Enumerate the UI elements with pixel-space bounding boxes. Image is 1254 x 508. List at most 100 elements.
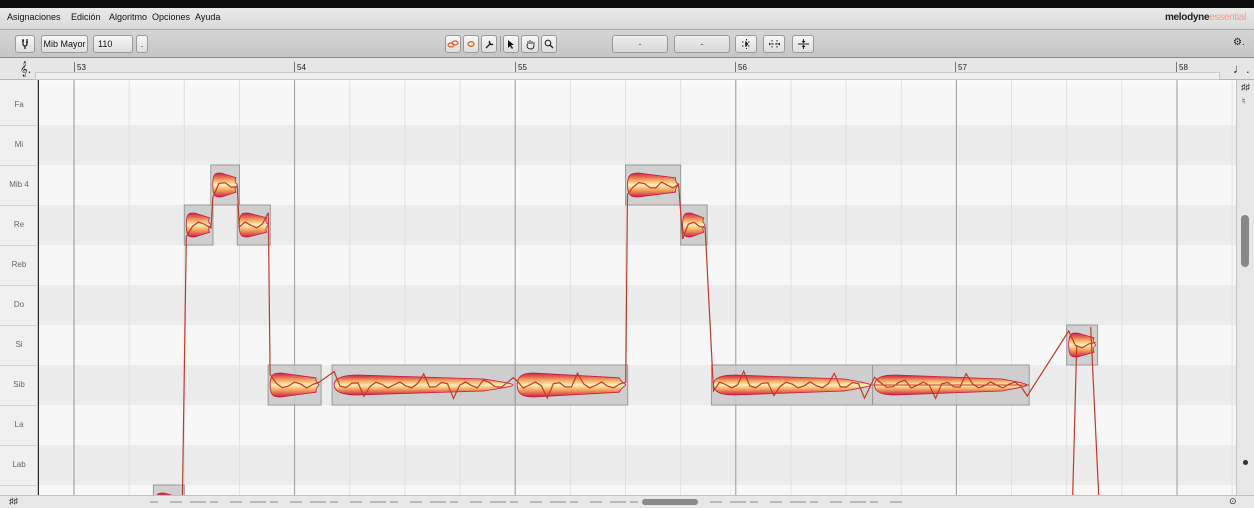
bar-label-54: 54 — [297, 63, 306, 72]
overview-note — [850, 501, 866, 503]
tempo-menu-button[interactable]: . — [136, 35, 148, 53]
pitch-label-reb: Reb — [11, 260, 27, 269]
tempo-field[interactable]: 110 — [93, 35, 133, 53]
pitch-row-stripe — [39, 405, 1236, 445]
pitch-row-stripe — [39, 445, 1236, 485]
separation-button[interactable] — [792, 35, 814, 53]
overview-note — [630, 501, 638, 503]
overview-note — [710, 501, 722, 503]
parameter-field-1[interactable]: - — [612, 35, 668, 53]
split-icon — [797, 39, 809, 49]
overview-note — [290, 501, 302, 503]
magnifier-icon — [544, 39, 554, 49]
pitch-separator — [0, 405, 38, 406]
pitch-label-si: Si — [15, 340, 23, 349]
horizontal-scroll-thumb[interactable] — [642, 499, 698, 505]
menu-algoritmo[interactable]: Algoritmo — [109, 12, 147, 22]
horizontal-scrollbar[interactable]: ♯♯ ⊙ — [0, 495, 1254, 508]
pitch-row-stripe — [39, 485, 1236, 495]
overview-note — [350, 501, 362, 503]
overview-note — [590, 501, 602, 503]
scroll-dot-icon[interactable] — [1243, 460, 1248, 465]
pitch-ruler[interactable]: FaMiMib 4ReRebDoSiSibLaLabSol — [0, 80, 38, 508]
overview-note — [570, 501, 578, 503]
pitch-label-do: Do — [13, 300, 25, 309]
overview-note — [730, 501, 746, 503]
pitch-separator — [0, 285, 38, 286]
vertical-scrollbar[interactable]: ♯♯ ♮ — [1236, 80, 1254, 495]
pitch-tool-button[interactable] — [445, 35, 461, 53]
bar-label-53: 53 — [77, 63, 86, 72]
pitch-label-re: Re — [13, 220, 25, 229]
overview-note — [250, 501, 266, 503]
pitch-label-mib-4: Mib 4 — [9, 180, 29, 189]
overview-note — [830, 501, 842, 503]
pitch-label-fa: Fa — [14, 100, 24, 109]
note-box[interactable] — [152, 484, 185, 495]
menu-edicion[interactable]: Edición — [71, 12, 101, 22]
overview-note — [210, 501, 218, 503]
overview-note — [530, 501, 542, 503]
pitch-separator — [0, 325, 38, 326]
arrow-cursor-icon — [508, 39, 514, 49]
overview-note — [450, 501, 458, 503]
menu-asignaciones[interactable]: Asignaciones — [7, 12, 61, 22]
overview-note — [410, 501, 422, 503]
bar-label-57: 57 — [958, 63, 967, 72]
pitch-label-la: La — [14, 420, 24, 429]
overview-note — [750, 501, 758, 503]
scale-selector[interactable]: Mib Mayor — [41, 35, 88, 53]
pitch-separator — [0, 165, 38, 166]
hand-icon — [526, 39, 534, 49]
parameter-field-2[interactable]: - — [674, 35, 730, 53]
pitch-row-stripe — [39, 245, 1236, 285]
pitch-label-sib: Sib — [13, 380, 25, 389]
overview-note — [190, 501, 206, 503]
pitch-separator — [0, 485, 38, 486]
overview-note — [230, 501, 242, 503]
horizontal-overview — [150, 501, 910, 503]
note-editor-canvas[interactable] — [39, 80, 1236, 495]
bar-label-56: 56 — [738, 63, 747, 72]
sharp-flat-icon[interactable]: ♯♯ — [1241, 82, 1250, 92]
zoom-tool-button[interactable] — [541, 35, 557, 53]
vertical-scroll-thumb[interactable] — [1241, 215, 1249, 267]
overview-note — [170, 501, 182, 503]
time-quantize-icon — [768, 40, 780, 48]
overview-note — [470, 501, 482, 503]
window-top-strip — [0, 0, 1254, 8]
quantize-time-button[interactable] — [763, 35, 785, 53]
overview-note — [490, 501, 506, 503]
overview-note — [510, 501, 518, 503]
zoom-fit-icon[interactable]: ⊙ — [1229, 496, 1237, 507]
note-value-menu-icon[interactable]: ♩. — [1233, 61, 1250, 76]
menu-opciones[interactable]: Opciones — [152, 12, 190, 22]
note-editor-grid[interactable] — [39, 80, 1236, 495]
toolbar-separator — [500, 36, 501, 52]
overview-note — [890, 501, 902, 503]
bar-label-55: 55 — [518, 63, 527, 72]
tuning-fork-button[interactable] — [15, 35, 35, 53]
ruler-range-bar[interactable] — [35, 72, 1220, 80]
natural-icon[interactable]: ♮ — [1242, 96, 1245, 107]
tuning-fork-icon — [22, 39, 28, 49]
pointer-tool-button[interactable] — [503, 35, 519, 53]
quantize-pitch-button[interactable] — [735, 35, 757, 53]
overview-note — [550, 501, 566, 503]
pitch-row-stripe — [39, 365, 1236, 405]
pitch-row-stripe — [39, 325, 1236, 365]
macro-tool-button[interactable] — [481, 35, 497, 53]
menu-bar: Asignaciones Edición Algoritmo Opciones … — [0, 8, 1254, 30]
menu-ayuda[interactable]: Ayuda — [195, 12, 220, 22]
hand-tool-button[interactable] — [521, 35, 539, 53]
note-blob-tool-button[interactable] — [463, 35, 479, 53]
pitch-separator — [0, 245, 38, 246]
grid-toggle-icon[interactable]: ♯♯ — [9, 496, 18, 506]
brand-name: melodyne — [1164, 12, 1210, 23]
pitch-row-stripe — [39, 285, 1236, 325]
brand-logo: melodyneessential — [1165, 12, 1246, 23]
pitch-separator — [0, 365, 38, 366]
clef-menu-icon[interactable]: 𝄞. — [20, 61, 31, 77]
settings-gear-icon[interactable]: ⚙. — [1233, 37, 1245, 48]
bar-label-58: 58 — [1179, 63, 1188, 72]
